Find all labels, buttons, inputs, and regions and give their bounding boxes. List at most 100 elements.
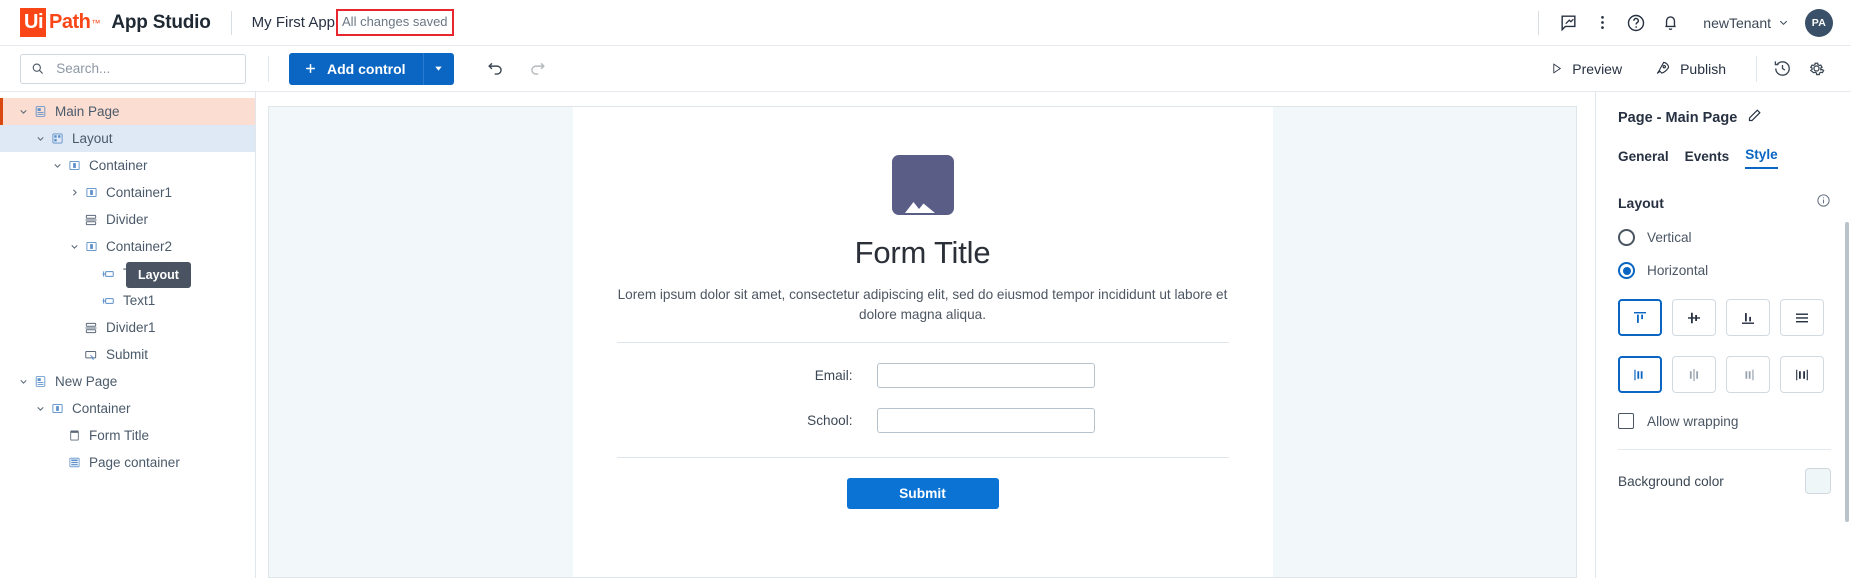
divider <box>616 341 1229 343</box>
radio-unselected-icon <box>1618 229 1635 246</box>
justify-center-button[interactable] <box>1672 356 1716 393</box>
logo-ui-text: Ui <box>20 8 46 37</box>
divider-icon <box>81 321 101 335</box>
align-stretch-button[interactable] <box>1780 299 1824 336</box>
chevron-down-icon[interactable] <box>16 106 30 117</box>
tree-item-container[interactable]: Container <box>0 395 255 422</box>
properties-panel: Page - Main Page General Events Style La… <box>1595 92 1851 578</box>
checkbox-unchecked-icon <box>1618 413 1634 429</box>
properties-tabs: General Events Style <box>1618 147 1831 169</box>
uipath-logo[interactable]: Ui Path ™ <box>20 8 100 37</box>
chevron-right-icon[interactable] <box>67 187 81 198</box>
layout-direction-horizontal[interactable]: Horizontal <box>1618 262 1831 279</box>
preview-button[interactable]: Preview <box>1542 61 1630 77</box>
tree-item-container1[interactable]: Container1 <box>0 179 255 206</box>
tree-item-container2[interactable]: Container2 <box>0 233 255 260</box>
school-field[interactable] <box>876 407 1095 433</box>
pencil-icon[interactable] <box>1747 108 1762 127</box>
chevron-down-icon[interactable] <box>33 403 47 414</box>
form-row: School: <box>617 407 1229 433</box>
properties-scrollbar[interactable] <box>1845 222 1849 522</box>
add-control-button[interactable]: Add control <box>289 52 424 85</box>
justify-end-icon <box>1745 369 1754 380</box>
form-card: Form Title Lorem ipsum dolor sit amet, c… <box>572 107 1273 577</box>
align-top-icon <box>1634 311 1646 323</box>
tenant-selector[interactable]: newTenant <box>1703 15 1789 31</box>
tree-item-text1[interactable]: Text1 <box>0 287 255 314</box>
settings-gear-icon[interactable] <box>1799 52 1833 86</box>
feedback-icon[interactable] <box>1551 6 1585 40</box>
align-top-button[interactable] <box>1618 299 1662 336</box>
tree-tooltip: Layout <box>126 262 191 288</box>
version-history-icon[interactable] <box>1765 52 1799 86</box>
container-icon <box>47 402 67 415</box>
editor-body: Main Page Layout Container Container1 Divide… <box>0 92 1851 578</box>
tree-item-divider1[interactable]: Divider1 <box>0 314 255 341</box>
tree-item-label: Divider <box>106 212 149 227</box>
submit-button[interactable]: Submit <box>846 477 999 509</box>
background-color-swatch[interactable] <box>1805 468 1831 494</box>
info-icon[interactable] <box>1816 193 1831 213</box>
submit-row: Submit <box>617 477 1229 509</box>
tree-item-page-container[interactable]: Page container <box>0 449 255 476</box>
tree-item-container[interactable]: Container <box>0 152 255 179</box>
form-subtitle[interactable]: Lorem ipsum dolor sit amet, consectetur … <box>617 285 1229 326</box>
form-row: Email: <box>617 362 1229 388</box>
tab-general[interactable]: General <box>1618 149 1669 169</box>
redo-button[interactable] <box>522 53 554 85</box>
search-input[interactable] <box>54 60 235 77</box>
tenant-label: newTenant <box>1703 14 1771 31</box>
save-status-highlight: All changes saved <box>336 9 454 36</box>
chevron-down-icon[interactable] <box>16 376 30 387</box>
align-bottom-button[interactable] <box>1726 299 1770 336</box>
divider <box>230 10 232 35</box>
allow-wrapping-checkbox[interactable]: Allow wrapping <box>1618 413 1831 429</box>
radio-selected-icon <box>1618 262 1635 279</box>
justify-start-button[interactable] <box>1618 356 1662 393</box>
play-icon <box>1553 63 1562 74</box>
tab-style[interactable]: Style <box>1745 147 1778 169</box>
app-name[interactable]: My First App <box>252 14 335 31</box>
layout-section-header: Layout <box>1618 193 1831 213</box>
layout-section-title: Layout <box>1618 195 1664 211</box>
tree-item-label: Container <box>72 401 131 416</box>
justify-end-button[interactable] <box>1726 356 1770 393</box>
align-middle-button[interactable] <box>1672 299 1716 336</box>
component-tree-panel[interactable]: Main Page Layout Container Container1 Divide… <box>0 92 256 578</box>
undo-button[interactable] <box>480 53 512 85</box>
tree-item-label: New Page <box>55 374 118 389</box>
vertical-label: Vertical <box>1647 230 1692 245</box>
layout-direction-vertical[interactable]: Vertical <box>1618 229 1831 246</box>
tree-item-label: Layout <box>72 131 113 146</box>
notifications-icon[interactable] <box>1653 6 1687 40</box>
help-icon[interactable] <box>1619 6 1653 40</box>
chevron-down-icon[interactable] <box>50 160 64 171</box>
publish-button[interactable]: Publish <box>1646 60 1734 77</box>
form-title[interactable]: Form Title <box>855 235 991 271</box>
avatar[interactable]: PA <box>1805 8 1833 37</box>
more-options-icon[interactable] <box>1585 6 1619 40</box>
tree-item-divider[interactable]: Divider <box>0 206 255 233</box>
tree-item-form-title[interactable]: Form Title <box>0 422 255 449</box>
chevron-down-icon[interactable] <box>67 241 81 252</box>
publish-label: Publish <box>1680 60 1726 77</box>
divider <box>1618 449 1831 450</box>
image-placeholder-icon[interactable] <box>891 155 954 215</box>
canvas[interactable]: Form Title Lorem ipsum dolor sit amet, c… <box>268 106 1577 578</box>
divider <box>268 55 269 82</box>
chevron-down-icon[interactable] <box>33 133 47 144</box>
add-control-dropdown-button[interactable] <box>423 52 454 85</box>
justify-space-between-button[interactable] <box>1780 356 1824 393</box>
email-field[interactable] <box>876 362 1095 388</box>
tree-item-new-page[interactable]: New Page <box>0 368 255 395</box>
search-box[interactable] <box>20 53 246 84</box>
text-icon <box>98 267 118 281</box>
tab-events[interactable]: Events <box>1685 149 1730 169</box>
tree-item-main-page[interactable]: Main Page <box>0 98 255 125</box>
tree-item-label: Container2 <box>106 239 173 254</box>
allow-wrapping-label: Allow wrapping <box>1647 413 1739 429</box>
tree-item-label: Submit <box>106 347 149 362</box>
tree-item-layout[interactable]: Layout <box>0 125 255 152</box>
tree-item-submit[interactable]: Submit <box>0 341 255 368</box>
justify-space-between-icon <box>1796 369 1808 380</box>
